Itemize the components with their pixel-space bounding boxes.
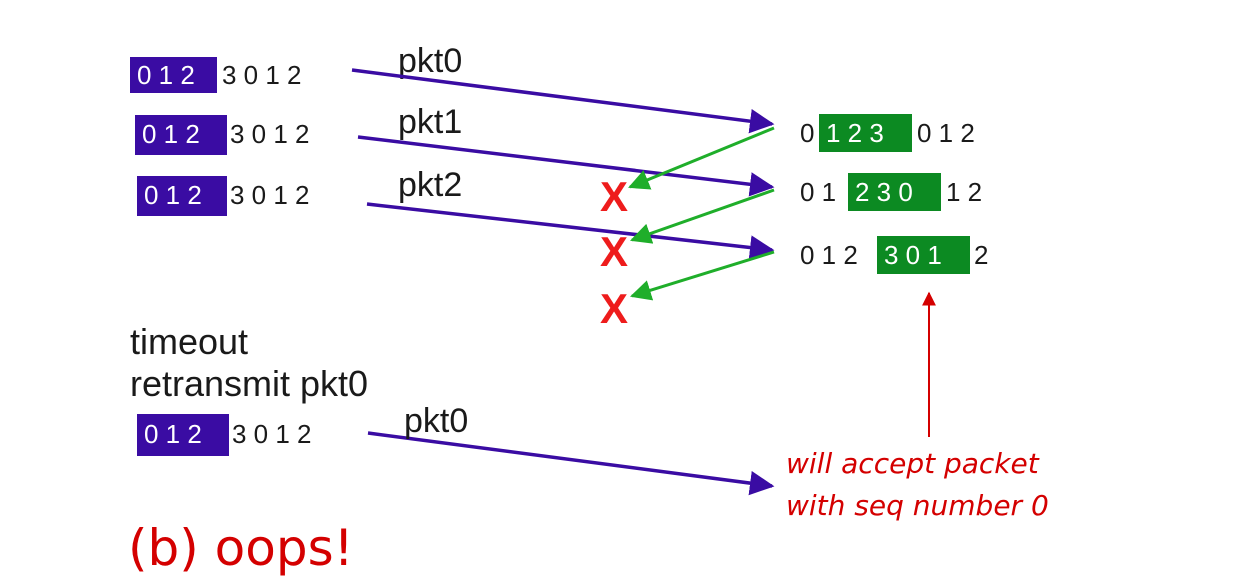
- receiver-window-label: 1 2 3: [826, 118, 884, 148]
- ack-arrow-1: [630, 188, 775, 244]
- ack-arrow-2: [629, 250, 775, 301]
- retransmit-label: retransmit pkt0: [130, 363, 368, 404]
- receiver-row-1: 0 1 2 3 0 1 2: [800, 173, 982, 211]
- loss-marker: X: [600, 173, 628, 220]
- sender-sequence-label: 3 0 1 2: [230, 180, 310, 210]
- receiver-before-label: 0: [800, 118, 814, 148]
- loss-marker: X: [600, 228, 628, 275]
- receiver-before-label: 0 1 2: [800, 240, 858, 270]
- sender-window-label: 0 1 2: [144, 180, 202, 210]
- receiver-after-label: 1 2: [946, 177, 982, 207]
- sender-sequence-label: 3 0 1 2: [232, 419, 312, 449]
- annotation-line-2: with seq number 0: [786, 489, 1049, 522]
- packet-label-pkt1: pkt1: [398, 103, 462, 141]
- caption: (b) oops!: [128, 519, 354, 577]
- packet-label-pkt0: pkt0: [398, 42, 462, 80]
- sender-row-1: 0 1 2 3 0 1 2 pkt1: [135, 103, 462, 155]
- sender-sequence-label: 3 0 1 2: [230, 119, 310, 149]
- receiver-row-2: 0 1 2 3 0 1 2: [800, 236, 988, 274]
- receiver-after-label: 2: [974, 240, 988, 270]
- receiver-before-label: 0 1: [800, 177, 836, 207]
- packet-label-pkt0-retransmit: pkt0: [404, 402, 468, 440]
- annotation-line-1: will accept packet: [786, 447, 1040, 480]
- packet-label-pkt2: pkt2: [398, 166, 462, 204]
- sender-sequence-label: 3 0 1 2: [222, 60, 302, 90]
- sender-retransmit-row: 0 1 2 3 0 1 2 pkt0: [137, 402, 468, 456]
- sender-row-0: 0 1 2 3 0 1 2 pkt0: [130, 42, 462, 93]
- receiver-window-label: 3 0 1: [884, 240, 942, 270]
- receiver-row-0: 0 1 2 3 0 1 2: [800, 114, 975, 152]
- gbn-diagram: 0 1 2 3 0 1 2 pkt0 0 1 2 3 0 1 2 pkt1 0 …: [128, 42, 1049, 577]
- timeout-label: timeout: [130, 321, 248, 362]
- sender-window-label: 0 1 2: [142, 119, 200, 149]
- loss-marker: X: [600, 285, 628, 332]
- sender-window-label: 0 1 2: [137, 60, 195, 90]
- data-arrow-retransmit-pkt0: [367, 431, 775, 496]
- receiver-window-label: 2 3 0: [855, 177, 913, 207]
- sender-window-label: 0 1 2: [144, 419, 202, 449]
- receiver-after-label: 0 1 2: [917, 118, 975, 148]
